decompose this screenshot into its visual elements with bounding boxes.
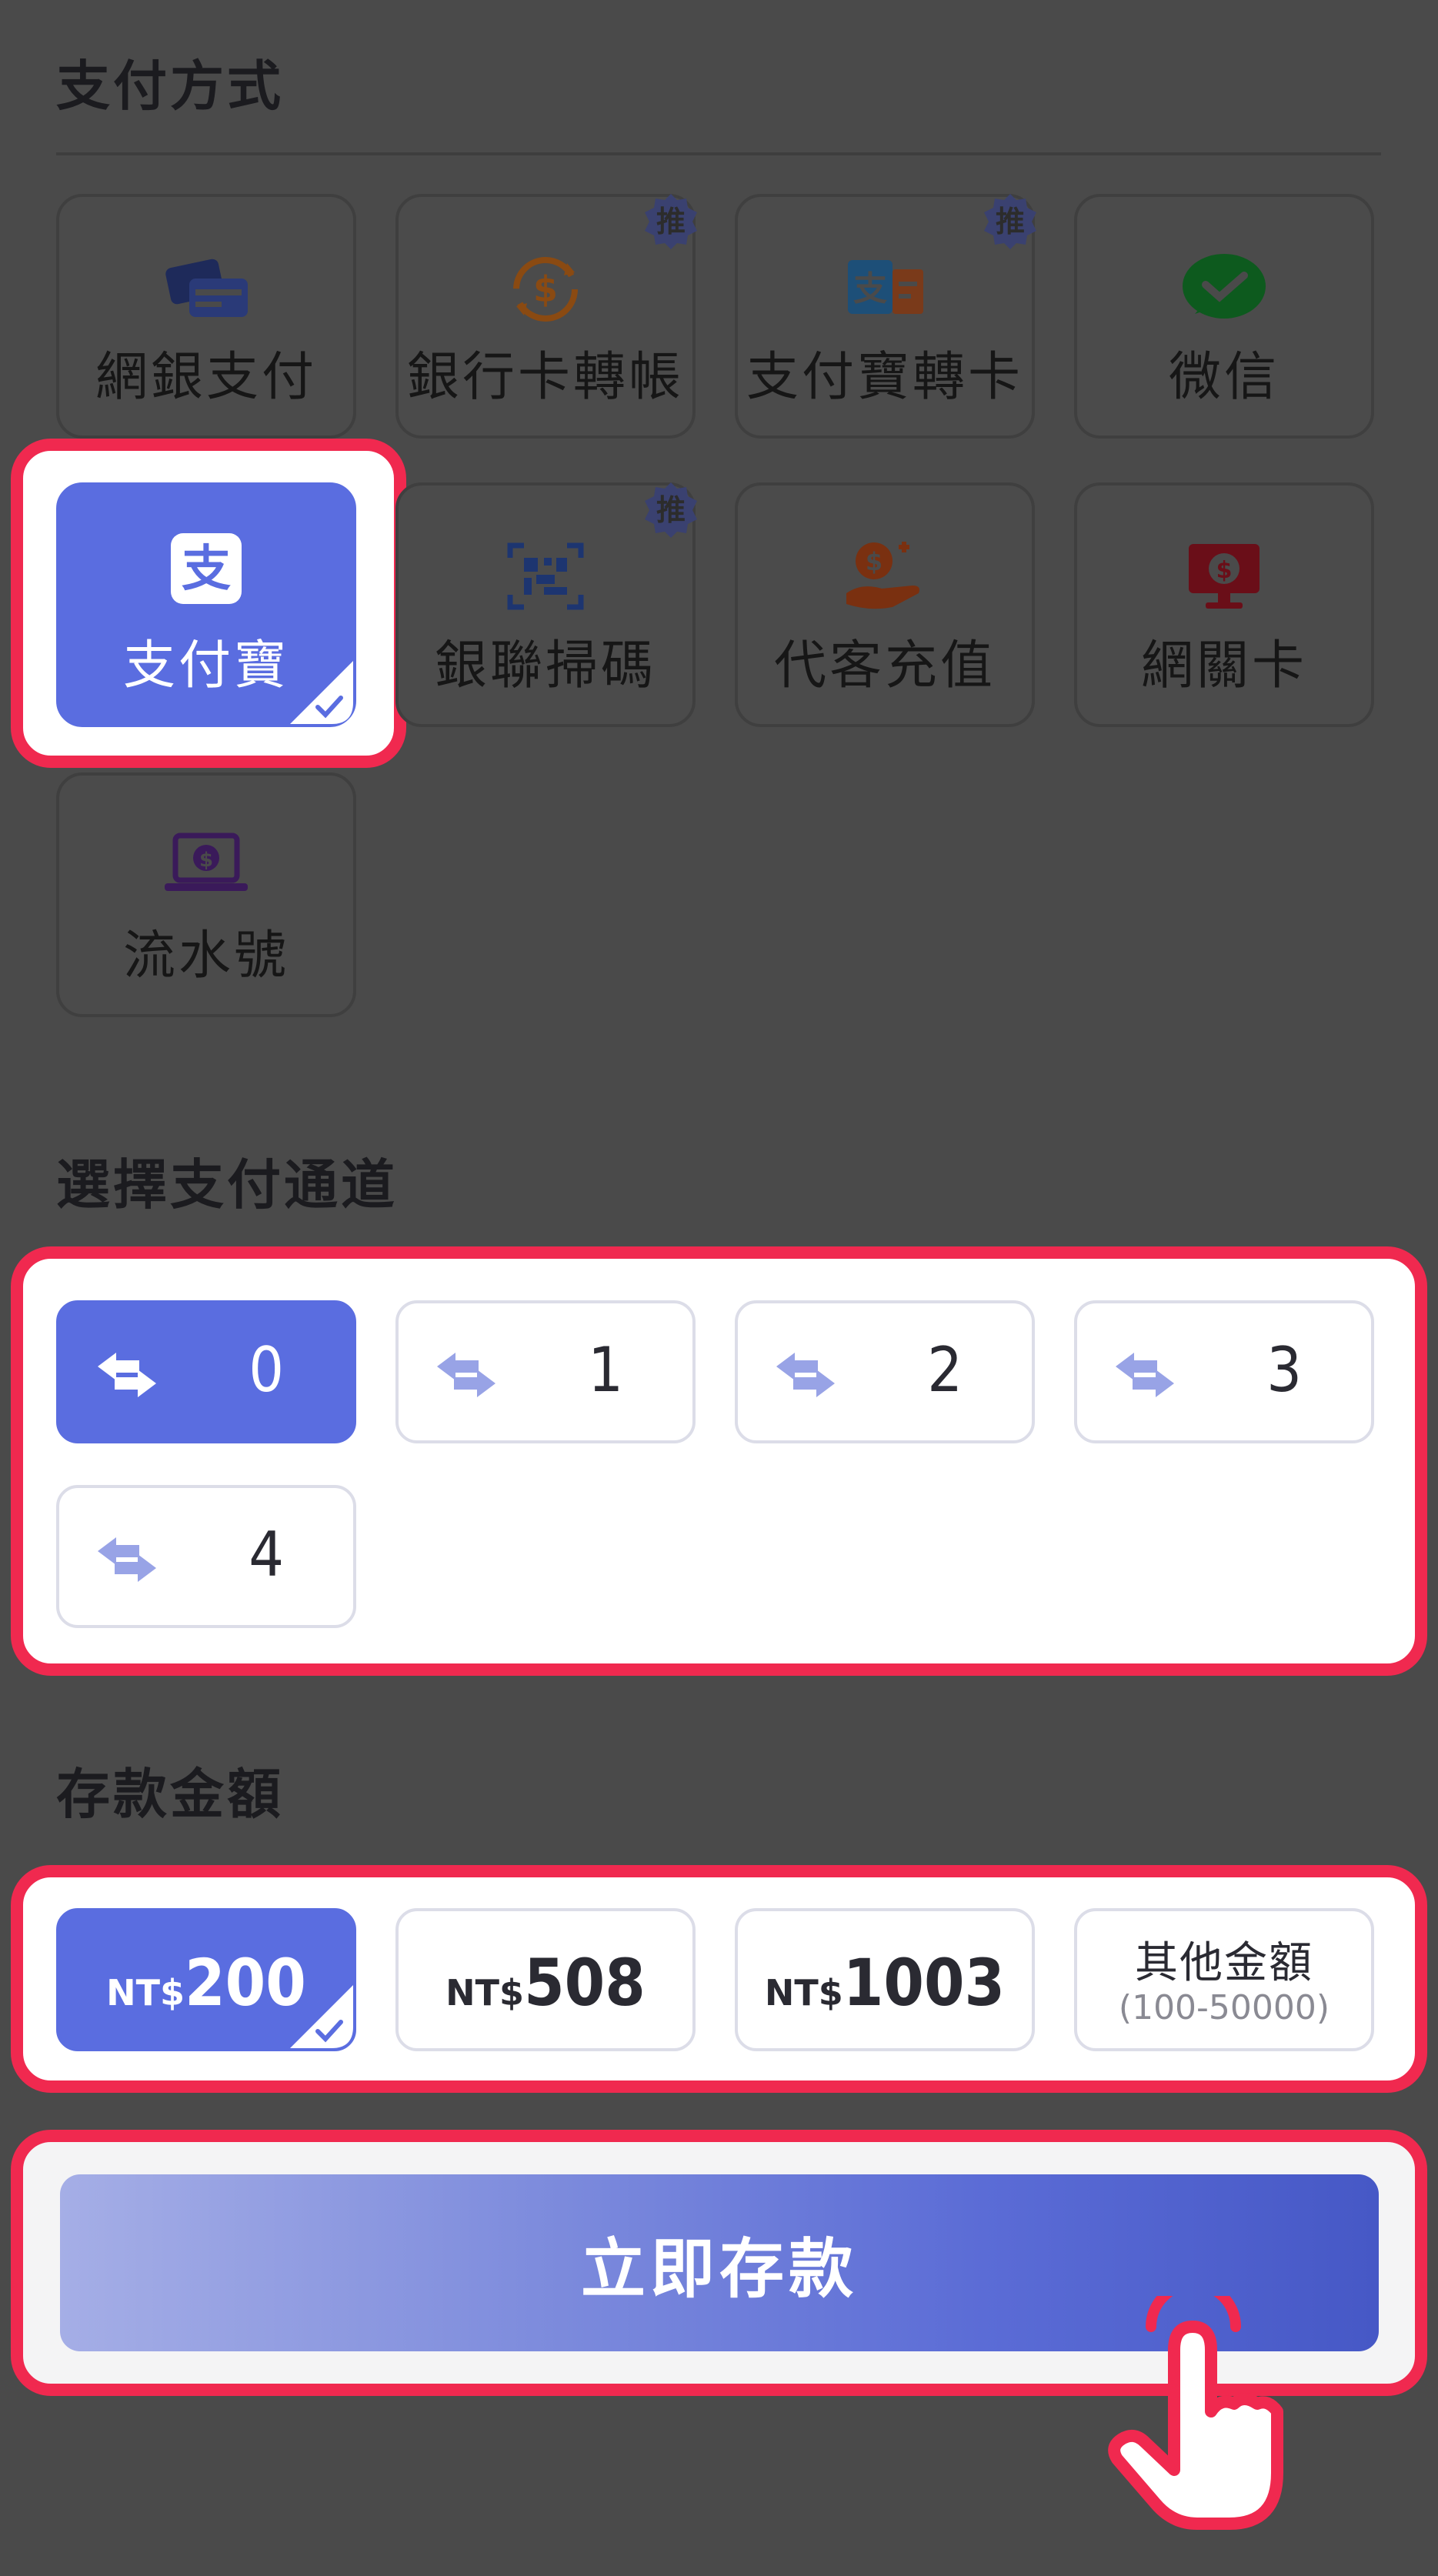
selected-check-icon — [290, 661, 353, 724]
alipay-card-icon: 支 — [848, 260, 923, 314]
amount-title: 存款金額 — [56, 1763, 284, 1826]
divider — [56, 152, 1381, 155]
recommend-badge-icon: 推 — [645, 482, 697, 538]
payment-method-serial-number[interactable]: $ 流水號 — [56, 772, 356, 1017]
swap-arrows-icon — [1116, 1353, 1174, 1397]
alipay-icon: 支 — [171, 533, 242, 604]
other-amount-label: 其他金額 — [1135, 1938, 1313, 1988]
channel-button-4[interactable]: 4 — [56, 1485, 356, 1628]
swap-arrows-icon — [98, 1353, 156, 1397]
payment-method-label: 網銀支付 — [95, 347, 317, 408]
currency-label: NT$ — [106, 1972, 185, 2014]
channel-button-0[interactable]: 0 — [56, 1300, 356, 1443]
payment-method-label: 流水號 — [122, 926, 289, 986]
svg-text:推: 推 — [656, 493, 686, 527]
channel-number: 1 — [588, 1334, 623, 1406]
amount-value: 200 — [185, 1945, 306, 2020]
tap-hand-icon — [1108, 2296, 1283, 2530]
payment-method-alipay-to-card[interactable]: 支 推 支付寶轉卡 — [735, 194, 1036, 439]
payment-method-agent-topup[interactable]: $ 代客充值 — [735, 482, 1035, 727]
currency-label: NT$ — [445, 1972, 525, 2014]
dollar-exchange-icon: $ — [513, 257, 578, 322]
payment-method-gateway-card[interactable]: $ 網關卡 — [1074, 482, 1374, 727]
payment-method-wechat[interactable]: 微信 — [1074, 194, 1374, 439]
selected-check-icon — [290, 1985, 353, 2048]
other-amount-range: (100-50000) — [1118, 1988, 1330, 2027]
amount-option-508[interactable]: NT$508 — [395, 1908, 696, 2051]
channel-number: 0 — [249, 1334, 284, 1406]
laptop-dollar-icon: $ — [165, 833, 248, 891]
payment-method-label: 網關卡 — [1140, 636, 1307, 696]
svg-text:$: $ — [1216, 557, 1233, 584]
payment-method-label: 銀聯掃碼 — [434, 636, 656, 696]
channel-button-1[interactable]: 1 — [395, 1300, 696, 1443]
payment-method-label: 支付寶轉卡 — [746, 347, 1023, 408]
payment-method-label: 微信 — [1168, 347, 1280, 408]
hand-coin-icon: $ — [846, 542, 919, 609]
currency-label: NT$ — [764, 1972, 843, 2014]
payment-method-unionpay-scan[interactable]: 推 銀聯掃碼 — [395, 482, 697, 727]
recommend-badge-icon: 推 — [645, 194, 697, 249]
channel-number: 4 — [249, 1519, 284, 1590]
channel-number: 3 — [1266, 1334, 1302, 1406]
svg-text:支: 支 — [853, 269, 887, 309]
qr-scan-icon — [507, 542, 584, 610]
payment-method-label: 代客充值 — [773, 636, 996, 696]
channel-title: 選擇支付通道 — [56, 1153, 398, 1216]
svg-text:推: 推 — [996, 205, 1025, 239]
amount-option-1003[interactable]: NT$1003 — [735, 1908, 1035, 2051]
svg-text:$: $ — [199, 849, 213, 872]
swap-arrows-icon — [98, 1537, 156, 1582]
payment-method-label: 銀行卡轉帳 — [406, 347, 684, 408]
payment-method-title: 支付方式 — [56, 55, 284, 118]
svg-text:推: 推 — [656, 205, 686, 239]
swap-arrows-icon — [437, 1353, 495, 1397]
swap-arrows-icon — [776, 1353, 835, 1397]
amount-option-200[interactable]: NT$200 — [56, 1908, 356, 2051]
channel-button-3[interactable]: 3 — [1074, 1300, 1374, 1443]
payment-method-online-banking[interactable]: 網銀支付 — [56, 194, 356, 439]
bank-cards-icon — [165, 259, 248, 317]
amount-option-other[interactable]: 其他金額 (100-50000) — [1074, 1908, 1374, 2051]
channel-number: 2 — [927, 1334, 963, 1406]
svg-text:$: $ — [866, 547, 882, 576]
payment-method-bank-transfer[interactable]: $ 推 銀行卡轉帳 — [395, 194, 697, 439]
channel-button-2[interactable]: 2 — [735, 1300, 1035, 1443]
amount-value: 1003 — [842, 1945, 1006, 2020]
svg-text:$: $ — [533, 269, 558, 310]
recommend-badge-icon: 推 — [984, 194, 1036, 249]
payment-method-alipay[interactable]: 支 支付寶 — [56, 482, 356, 727]
svg-text:支: 支 — [182, 541, 231, 598]
amount-value: 508 — [524, 1945, 646, 2020]
monitor-dollar-icon: $ — [1189, 544, 1260, 609]
wechat-icon — [1183, 254, 1266, 319]
